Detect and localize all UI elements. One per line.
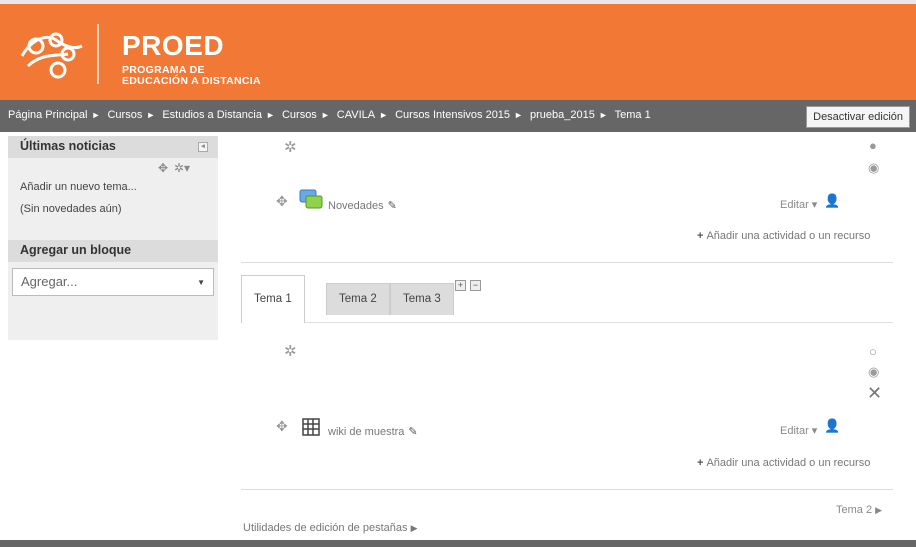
delete-section-icon[interactable]: ✕ xyxy=(867,383,882,404)
plus-icon: + xyxy=(697,457,704,469)
logo-divider xyxy=(97,24,99,84)
move-activity-icon[interactable]: ✥ xyxy=(276,418,288,435)
forum-icon xyxy=(299,189,323,209)
visibility-eye-icon[interactable]: ◉ xyxy=(868,364,879,380)
breadcrumb-item-current[interactable]: Tema 1 xyxy=(615,109,651,121)
section-divider xyxy=(241,262,893,263)
breadcrumb-separator-icon: ► xyxy=(146,110,156,120)
toggle-edit-button[interactable]: Desactivar edición xyxy=(806,106,910,128)
highlight-bulb-icon[interactable]: ○ xyxy=(869,344,877,359)
chevron-down-icon: ▼ xyxy=(197,278,205,287)
next-section-link[interactable]: Tema 2 ▶ xyxy=(836,504,882,516)
add-activity-link[interactable]: + Añadir una actividad o un recurso xyxy=(697,230,870,242)
move-block-icon[interactable]: ✥ xyxy=(158,161,168,175)
move-activity-icon[interactable]: ✥ xyxy=(276,193,288,210)
section-divider xyxy=(241,489,893,490)
person-icon[interactable]: 👤 xyxy=(824,193,840,209)
edit-title-pencil-icon[interactable]: ✎ xyxy=(388,199,397,212)
breadcrumb-separator-icon: ► xyxy=(320,110,330,120)
wiki-activity[interactable]: wiki de muestra ✎ xyxy=(328,425,418,438)
no-news-text: (Sin novedades aún) xyxy=(20,203,122,215)
remove-tab-icon[interactable]: − xyxy=(470,280,481,291)
add-tab-icon[interactable]: + xyxy=(455,280,466,291)
tab-utilities-link[interactable]: Utilidades de edición de pestañas ▶ xyxy=(243,522,418,534)
wiki-icon xyxy=(302,418,320,436)
collapse-block-icon[interactable]: ◂ xyxy=(198,142,208,152)
add-block-header: Agregar un bloque xyxy=(8,240,218,262)
add-activity-label: Añadir una actividad o un recurso xyxy=(706,230,871,242)
breadcrumb: Página Principal ► Cursos ► Estudios a Dis… xyxy=(8,109,651,121)
add-block-select-value: Agregar... xyxy=(21,274,78,289)
person-icon[interactable]: 👤 xyxy=(824,418,840,434)
tab-tema-1[interactable]: Tema 1 xyxy=(241,275,305,323)
breadcrumb-separator-icon: ► xyxy=(598,110,608,120)
news-block-title: Últimas noticias xyxy=(20,139,116,153)
breadcrumb-bar: Página Principal ► Cursos ► Estudios a Dis… xyxy=(0,100,916,132)
tabs-baseline xyxy=(241,322,893,323)
breadcrumb-item[interactable]: Página Principal xyxy=(8,109,88,121)
breadcrumb-item[interactable]: CAVILA xyxy=(337,109,375,121)
breadcrumb-separator-icon: ► xyxy=(379,110,389,120)
breadcrumb-item[interactable]: Cursos Intensivos 2015 xyxy=(395,109,510,121)
sidebar: Últimas noticias ◂ ✥ ✲▾ Añadir un nuevo … xyxy=(8,136,218,340)
edit-menu-button[interactable]: Editar ▾ xyxy=(780,424,817,437)
breadcrumb-separator-icon: ► xyxy=(514,110,523,120)
edit-menu-label: Editar xyxy=(780,425,809,437)
add-block-title: Agregar un bloque xyxy=(20,243,132,257)
forum-activity[interactable]: Novedades ✎ xyxy=(328,199,397,212)
footer-bar xyxy=(0,540,916,547)
section-settings-gear-icon[interactable]: ✲ xyxy=(284,342,297,360)
brand-subtitle-line2: EDUCACIÓN A DISTANCIA xyxy=(122,75,261,87)
section-settings-gear-icon[interactable]: ✲ xyxy=(284,138,297,156)
plus-icon: + xyxy=(697,230,704,242)
tab-tema-3[interactable]: Tema 3 xyxy=(390,283,454,315)
highlight-bulb-icon[interactable]: ● xyxy=(869,138,877,153)
breadcrumb-separator-icon: ► xyxy=(265,110,275,120)
edit-menu-button[interactable]: Editar ▾ xyxy=(780,198,817,211)
site-header: PROED PROGRAMA DE EDUCACIÓN A DISTANCIA xyxy=(0,0,916,100)
wiki-activity-name[interactable]: wiki de muestra xyxy=(328,426,404,438)
breadcrumb-separator-icon: ► xyxy=(91,110,101,120)
tab-tema-2[interactable]: Tema 2 xyxy=(326,283,390,315)
tab-utilities-label: Utilidades de edición de pestañas xyxy=(243,522,408,534)
block-controls: ✥ ✲▾ xyxy=(8,158,218,178)
breadcrumb-item[interactable]: prueba_2015 xyxy=(530,109,595,121)
breadcrumb-item[interactable]: Cursos xyxy=(282,109,317,121)
arrow-right-icon: ▶ xyxy=(875,505,883,515)
add-block-select[interactable]: Agregar... ▼ xyxy=(12,268,214,296)
block-settings-icon[interactable]: ✲▾ xyxy=(174,161,190,175)
visibility-eye-icon[interactable]: ◉ xyxy=(868,160,879,176)
add-activity-link[interactable]: + Añadir una actividad o un recurso xyxy=(697,457,870,469)
forum-activity-name[interactable]: Novedades xyxy=(328,200,384,212)
edit-menu-label: Editar xyxy=(780,199,809,211)
brand-title: PROED xyxy=(122,30,225,61)
add-topic-link[interactable]: Añadir un nuevo tema... xyxy=(8,178,218,200)
breadcrumb-item[interactable]: Estudios a Distancia xyxy=(162,109,262,121)
add-activity-label: Añadir una actividad o un recurso xyxy=(706,457,871,469)
brand-subtitle: PROGRAMA DE EDUCACIÓN A DISTANCIA xyxy=(122,65,261,87)
edit-title-pencil-icon[interactable]: ✎ xyxy=(408,425,417,438)
arrow-right-icon: ▶ xyxy=(410,523,418,533)
next-section-label: Tema 2 xyxy=(836,504,873,516)
proed-logo-icon[interactable] xyxy=(18,26,86,82)
breadcrumb-item[interactable]: Cursos xyxy=(107,109,142,121)
news-block-header: Últimas noticias ◂ xyxy=(8,136,218,158)
